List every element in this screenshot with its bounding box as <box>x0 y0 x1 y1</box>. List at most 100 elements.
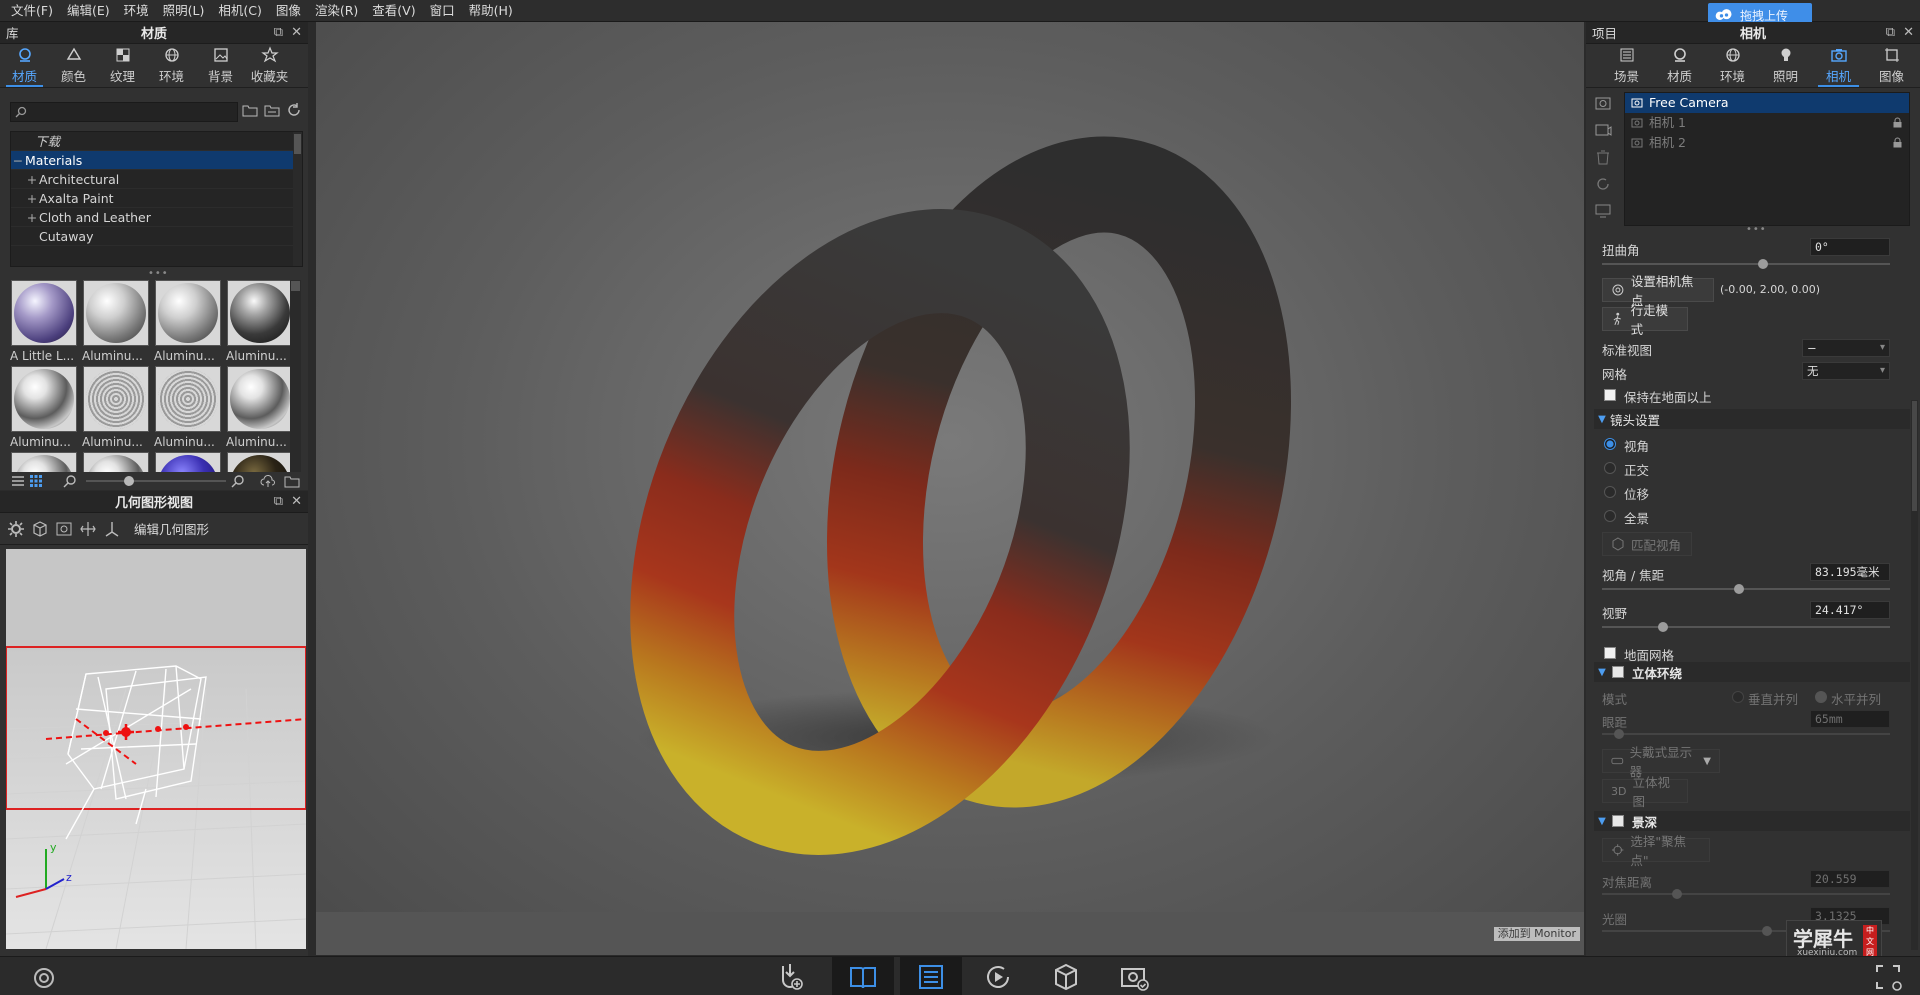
thumbnail-scrollbar[interactable] <box>290 280 301 472</box>
tab-backgrounds[interactable]: 背景 <box>196 44 245 87</box>
depth-of-field-section[interactable]: ▼ 景深 <box>1594 811 1910 831</box>
float-icon[interactable]: ⧉ <box>274 25 283 40</box>
tab-camera[interactable]: 相机 <box>1812 44 1865 87</box>
folder-import-icon[interactable] <box>284 473 300 489</box>
library-search-input[interactable] <box>10 102 238 122</box>
tab-textures[interactable]: 纹理 <box>98 44 147 87</box>
menu-file[interactable]: 文件(F) <box>4 0 60 22</box>
menu-image[interactable]: 图像 <box>269 0 308 22</box>
gear-icon[interactable] <box>6 519 26 539</box>
lens-orthographic-radio[interactable] <box>1604 462 1616 474</box>
stereo-section[interactable]: ▼ 立体环绕 <box>1594 662 1910 682</box>
library-toggle-button[interactable] <box>832 957 894 995</box>
list-view-icon[interactable] <box>10 473 26 489</box>
horizontal-stack-radio[interactable] <box>1815 691 1827 703</box>
edit-geometry-label[interactable]: 编辑几何图形 <box>134 519 209 538</box>
grid-select[interactable]: 无 <box>1802 362 1890 380</box>
keyshotxr-button[interactable] <box>1038 957 1094 995</box>
tab-scene[interactable]: 场景 <box>1600 44 1653 87</box>
vertical-stack-radio[interactable] <box>1732 691 1744 703</box>
frame-camera-icon[interactable] <box>54 519 74 539</box>
material-thumbnail[interactable]: Aluminu... <box>226 366 294 452</box>
material-thumbnail[interactable]: Aluminu... <box>82 280 150 366</box>
add-to-monitor-button[interactable]: 添加到 Monitor <box>1493 927 1580 941</box>
menu-edit[interactable]: 编辑(E) <box>60 0 117 22</box>
float-icon[interactable]: ⧉ <box>274 494 283 509</box>
reset-icon[interactable] <box>1594 175 1612 193</box>
close-icon[interactable]: ✕ <box>291 25 302 40</box>
match-perspective-button[interactable]: 匹配视角 <box>1602 532 1692 556</box>
menu-environment[interactable]: 环境 <box>117 0 156 22</box>
material-thumbnail[interactable]: Aluminu... <box>82 366 150 452</box>
material-thumbnail[interactable] <box>154 452 222 472</box>
camera-item-free[interactable]: Free Camera <box>1625 93 1909 113</box>
render-button[interactable] <box>1106 957 1162 995</box>
lens-settings-section[interactable]: ▼ 镜头设置 <box>1594 409 1910 429</box>
stereo-view-button[interactable]: 3D 立体视图 <box>1602 775 1688 809</box>
thumbnail-size-slider[interactable] <box>86 476 226 486</box>
tree-item-cloth-and-leather[interactable]: + Cloth and Leather <box>11 208 302 227</box>
animation-button[interactable] <box>970 957 1026 995</box>
eye-distance-field[interactable]: 65mm <box>1810 710 1890 728</box>
ground-grid-checkbox[interactable] <box>1604 647 1616 659</box>
fov-slider[interactable] <box>1602 622 1890 632</box>
tab-lighting[interactable]: 照明 <box>1759 44 1812 87</box>
move-icon[interactable] <box>78 519 98 539</box>
material-thumbnail[interactable]: Aluminu... <box>10 366 78 452</box>
close-icon[interactable]: ✕ <box>291 494 302 509</box>
twist-slider[interactable] <box>1602 259 1890 269</box>
tab-favorites[interactable]: 收藏夹 <box>245 44 294 87</box>
material-thumbnail[interactable] <box>226 452 294 472</box>
material-thumbnail[interactable]: A Little L... <box>10 280 78 366</box>
project-toggle-button[interactable] <box>900 957 962 995</box>
menu-lighting[interactable]: 照明(L) <box>156 0 212 22</box>
camera-item-1[interactable]: 相机 1 <box>1625 113 1909 133</box>
add-camera-icon[interactable] <box>1594 94 1612 112</box>
stereo-checkbox[interactable] <box>1612 666 1624 678</box>
tree-item-materials[interactable]: − Materials <box>11 151 302 170</box>
cloud-upload-icon[interactable] <box>260 473 276 489</box>
zoom-in-icon[interactable] <box>230 473 246 489</box>
lock-icon[interactable] <box>1892 137 1903 148</box>
duplicate-camera-icon[interactable] <box>1594 121 1612 139</box>
dof-checkbox[interactable] <box>1612 815 1624 827</box>
hmd-button[interactable]: 头戴式显示器 ▼ <box>1602 745 1720 779</box>
cube-icon[interactable] <box>30 519 50 539</box>
refresh-icon[interactable] <box>286 102 302 118</box>
material-thumbnail[interactable] <box>10 452 78 472</box>
cloud-library-button[interactable] <box>16 957 72 995</box>
material-thumbnail[interactable]: Aluminu... <box>226 280 294 366</box>
fov-field[interactable]: 24.417° <box>1810 601 1890 619</box>
focus-distance-slider[interactable] <box>1602 889 1890 899</box>
grid-view-icon[interactable] <box>28 473 44 489</box>
slider-knob[interactable] <box>124 476 134 486</box>
select-focus-point-button[interactable]: 选择"聚焦点" <box>1602 834 1710 868</box>
folder-add-icon[interactable] <box>242 102 258 118</box>
focal-length-field[interactable]: 83.195毫米 <box>1810 563 1890 581</box>
geometry-viewport[interactable]: y z <box>6 549 306 949</box>
twist-field[interactable]: 0° <box>1810 238 1890 256</box>
focus-distance-field[interactable]: 20.559 <box>1810 870 1890 888</box>
material-thumbnail[interactable] <box>82 452 150 472</box>
delete-icon[interactable] <box>1594 148 1612 166</box>
tab-environments[interactable]: 环境 <box>147 44 196 87</box>
walk-mode-button[interactable]: 行走模式 <box>1602 303 1688 337</box>
tab-material[interactable]: 材质 <box>1653 44 1706 87</box>
lens-panorama-radio[interactable] <box>1604 510 1616 522</box>
keep-above-ground-checkbox[interactable] <box>1604 389 1616 401</box>
tab-materials[interactable]: 材质 <box>0 44 49 87</box>
axis-icon[interactable] <box>102 519 122 539</box>
menu-help[interactable]: 帮助(H) <box>462 0 520 22</box>
tab-environment[interactable]: 环境 <box>1706 44 1759 87</box>
lock-icon[interactable] <box>1892 117 1903 128</box>
fullscreen-button[interactable] <box>1860 957 1916 995</box>
standard-view-select[interactable]: − <box>1802 339 1890 357</box>
material-thumbnail[interactable]: Aluminu... <box>154 280 222 366</box>
float-icon[interactable]: ⧉ <box>1886 25 1895 40</box>
menu-view[interactable]: 查看(V) <box>365 0 422 22</box>
tree-item-axalta-paint[interactable]: + Axalta Paint <box>11 189 302 208</box>
menu-window[interactable]: 窗口 <box>423 0 462 22</box>
lens-shift-radio[interactable] <box>1604 486 1616 498</box>
folder-open-icon[interactable] <box>264 102 280 118</box>
tab-image[interactable]: 图像 <box>1865 44 1918 87</box>
